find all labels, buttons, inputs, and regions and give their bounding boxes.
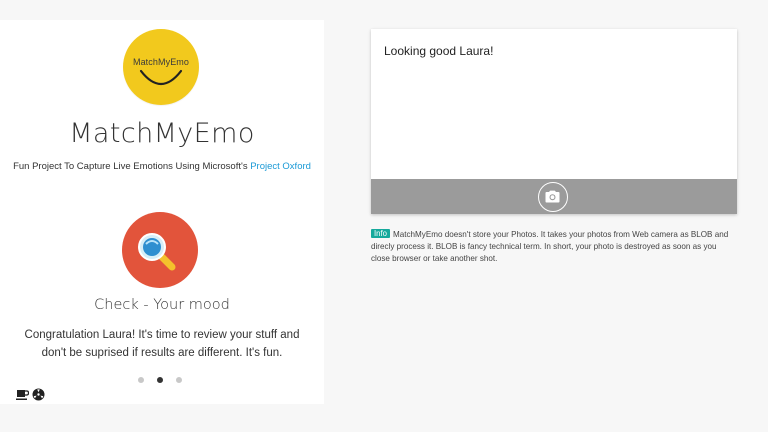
privacy-info: Info MatchMyEmo doesn't store your Photos… [371, 229, 737, 266]
magnifier-icon [138, 233, 176, 271]
privacy-info-text: MatchMyEmo doesn't store your Photos. It… [371, 230, 729, 264]
carousel-dots [138, 377, 186, 385]
subtitle: Fun Project To Capture Live Emotions Usi… [0, 161, 324, 172]
radiation-icon[interactable] [32, 388, 45, 406]
carousel-dot-1[interactable] [138, 377, 144, 383]
slide-description: Congratulation Laura! It's time to revie… [24, 329, 300, 359]
camera-icon [545, 190, 560, 203]
logo-text: MatchMyEmo [132, 57, 189, 67]
carousel-dot-3[interactable] [176, 377, 182, 383]
mood-check-icon [122, 212, 198, 288]
left-panel: MatchMyEmo MatchMyEmo Fun Project To Cap… [0, 20, 324, 404]
info-badge: Info [371, 229, 391, 238]
logo: MatchMyEmo [123, 29, 199, 105]
camera-preview-card: Looking good Laura! [371, 29, 737, 214]
camera-greeting: Looking good Laura! [384, 44, 494, 58]
camera-toolbar [371, 179, 737, 214]
smile-icon [139, 69, 183, 86]
subtitle-text: Fun Project To Capture Live Emotions Usi… [13, 161, 251, 172]
take-photo-button[interactable] [538, 182, 568, 212]
slide-title: Check - Your mood [94, 297, 230, 313]
coffee-icon[interactable] [16, 388, 30, 406]
carousel-dot-2[interactable] [157, 377, 163, 383]
app-title: MatchMyEmo [69, 118, 255, 149]
project-oxford-link[interactable]: Project Oxford [250, 161, 311, 172]
